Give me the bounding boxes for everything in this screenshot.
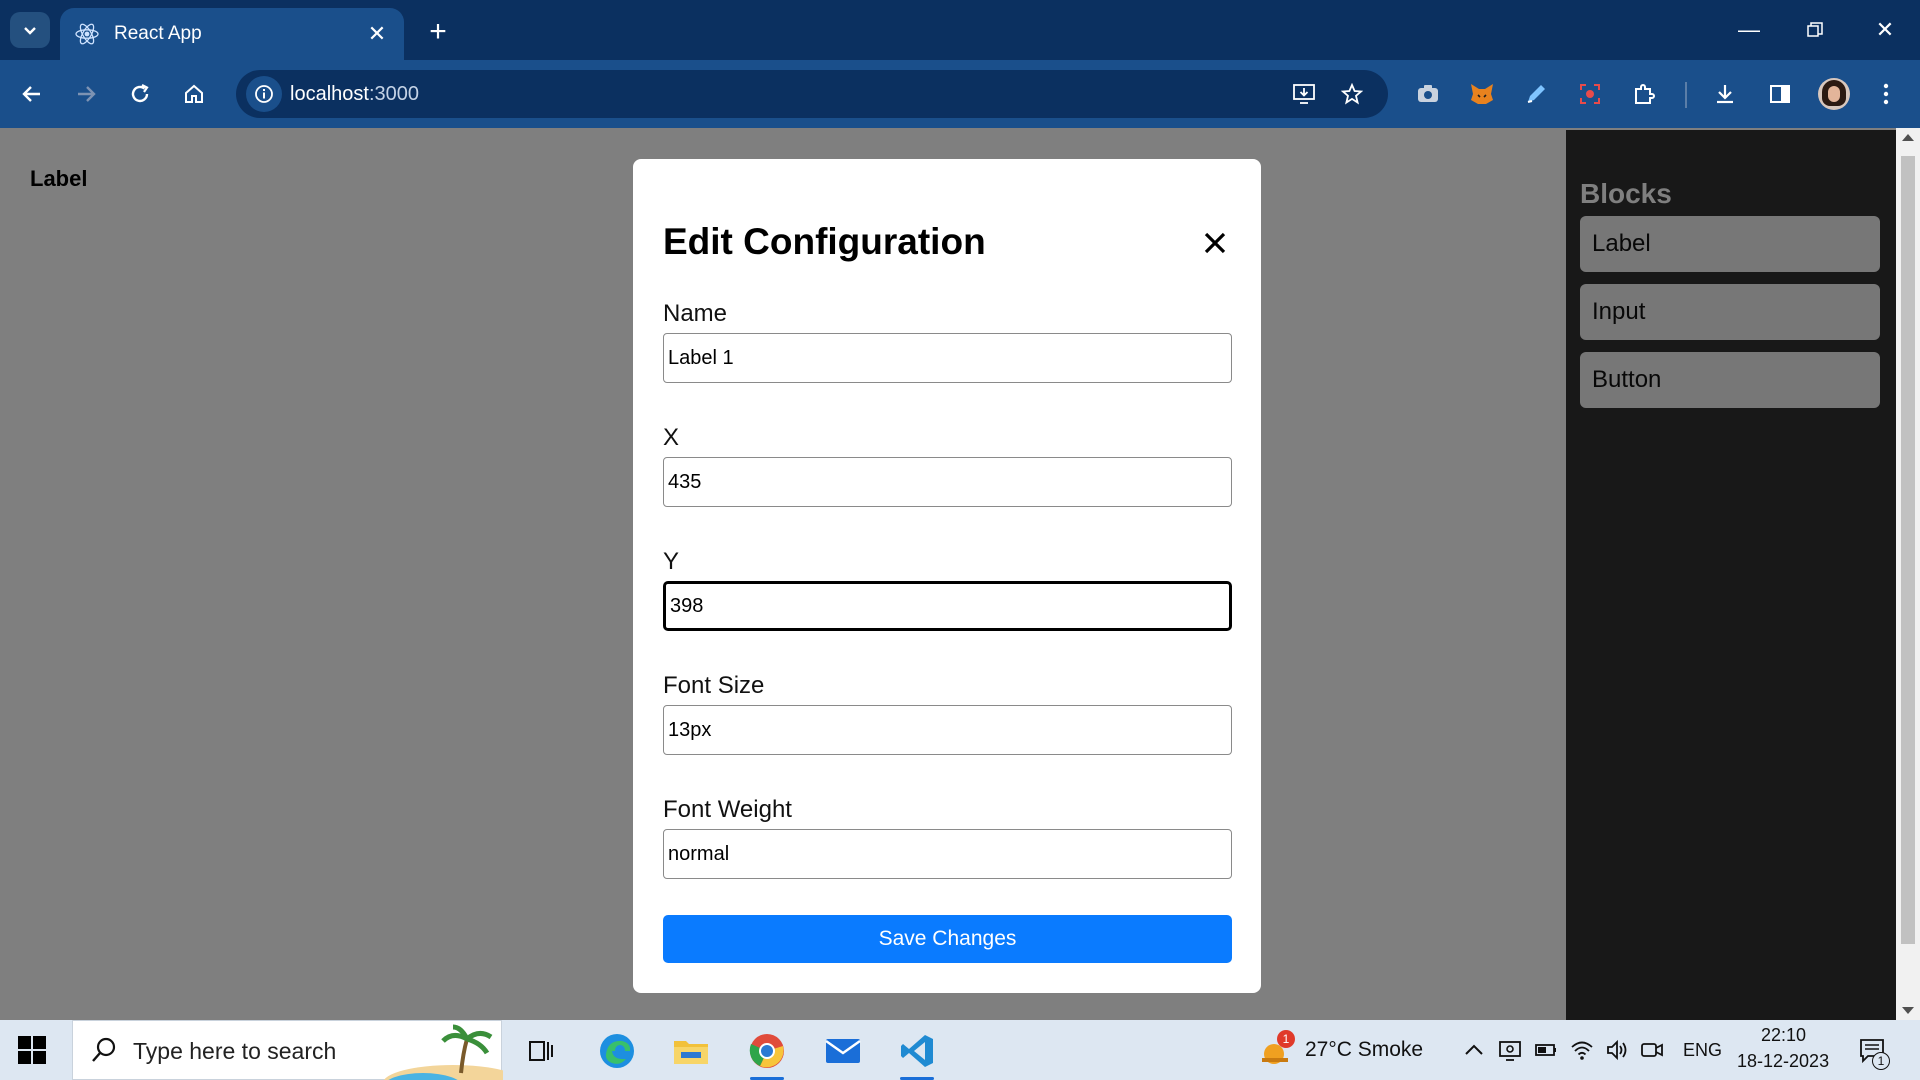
weather-badge: 1 — [1277, 1030, 1295, 1048]
profile-avatar[interactable] — [1818, 78, 1850, 110]
scrollbar-thumb[interactable] — [1901, 156, 1915, 944]
x-label: X — [663, 424, 680, 451]
edge-browser-icon[interactable] — [586, 1026, 648, 1076]
site-info-icon[interactable] — [246, 76, 282, 112]
downloads-icon[interactable] — [1705, 74, 1745, 114]
browser-tab-bar: React App ✕ + — ✕ — [0, 0, 1920, 60]
weather-text[interactable]: 27°C Smoke — [1305, 1038, 1423, 1062]
toolbar-divider — [1685, 82, 1687, 108]
chevron-down-icon — [24, 27, 36, 35]
browser-tab[interactable]: React App ✕ — [60, 8, 404, 60]
language-indicator[interactable]: ENG — [1683, 1040, 1722, 1061]
search-placeholder: Type here to search — [133, 1038, 337, 1064]
scroll-up-arrow-icon[interactable] — [1902, 134, 1914, 141]
name-label: Name — [663, 300, 728, 327]
home-icon[interactable] — [174, 74, 214, 114]
notification-count-badge: 1 — [1872, 1052, 1890, 1070]
vscode-icon[interactable] — [886, 1026, 948, 1080]
tab-search-button[interactable] — [10, 12, 50, 48]
search-icon — [92, 1037, 116, 1062]
beach-illustration-icon — [383, 1024, 503, 1080]
metamask-fox-icon[interactable] — [1462, 74, 1502, 114]
restore-window-icon[interactable] — [1790, 10, 1840, 50]
battery-icon[interactable] — [1534, 1038, 1558, 1062]
back-icon[interactable] — [12, 74, 52, 114]
y-label: Y — [663, 548, 680, 575]
page-scrollbar[interactable] — [1896, 128, 1920, 1020]
close-window-icon[interactable]: ✕ — [1860, 10, 1910, 50]
meet-now-icon[interactable] — [1640, 1038, 1664, 1062]
clock-time[interactable]: 22:10 — [1761, 1025, 1806, 1046]
forward-icon[interactable] — [66, 74, 106, 114]
name-input[interactable] — [663, 333, 1232, 383]
url-text: localhost:3000 — [290, 83, 419, 105]
new-tab-button[interactable]: + — [420, 14, 456, 50]
wifi-icon[interactable] — [1570, 1038, 1594, 1062]
font-weight-input[interactable] — [663, 829, 1232, 879]
scroll-down-arrow-icon[interactable] — [1902, 1007, 1914, 1014]
tab-title: React App — [114, 23, 202, 44]
close-icon[interactable] — [1199, 227, 1231, 259]
windows-start-icon[interactable] — [18, 1036, 46, 1064]
mail-icon[interactable] — [812, 1026, 874, 1076]
side-panel-icon[interactable] — [1760, 74, 1800, 114]
font-size-label: Font Size — [663, 672, 765, 699]
extensions-puzzle-icon[interactable] — [1624, 74, 1664, 114]
screen-recorder-icon[interactable] — [1570, 74, 1610, 114]
clock-date[interactable]: 18-12-2023 — [1737, 1051, 1829, 1072]
x-input[interactable] — [663, 457, 1232, 507]
windows-taskbar: Type here to search 1 27°C Smoke ENG 22:… — [0, 1020, 1920, 1080]
file-explorer-icon[interactable] — [660, 1026, 722, 1076]
font-size-input[interactable] — [663, 705, 1232, 755]
highlighter-pen-icon[interactable] — [1516, 74, 1556, 114]
volume-icon[interactable] — [1605, 1038, 1629, 1062]
save-changes-button[interactable]: Save Changes — [663, 915, 1232, 963]
browser-menu-icon[interactable] — [1866, 74, 1906, 114]
taskbar-search-box[interactable]: Type here to search — [72, 1020, 503, 1080]
bookmark-star-icon[interactable] — [1334, 76, 1370, 112]
chrome-browser-icon[interactable] — [736, 1026, 798, 1080]
modal-title: Edit Configuration — [663, 221, 986, 262]
task-view-icon[interactable] — [510, 1026, 572, 1076]
tab-close-icon[interactable]: ✕ — [364, 21, 390, 47]
react-logo-icon — [75, 23, 99, 45]
install-app-icon[interactable] — [1286, 76, 1322, 112]
monitor-sync-icon[interactable] — [1498, 1038, 1522, 1062]
edit-configuration-modal: Edit Configuration Name X Y Font Size Fo… — [633, 159, 1261, 993]
y-input[interactable] — [663, 581, 1232, 631]
font-weight-label: Font Weight — [663, 796, 792, 823]
chevron-up-icon[interactable] — [1462, 1038, 1486, 1062]
camera-extension-icon[interactable] — [1408, 74, 1448, 114]
address-bar[interactable]: localhost:3000 — [236, 70, 1388, 118]
browser-toolbar: localhost:3000 — [0, 60, 1920, 128]
reload-icon[interactable] — [120, 74, 160, 114]
minimize-window-icon[interactable]: — — [1724, 10, 1774, 50]
